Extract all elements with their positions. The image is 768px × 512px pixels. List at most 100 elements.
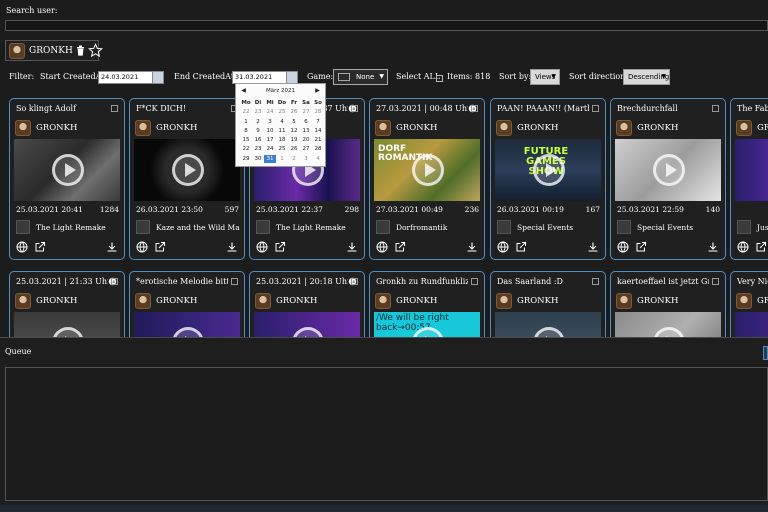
globe-icon[interactable] [497, 241, 509, 253]
globe-icon[interactable] [256, 241, 268, 253]
video-card[interactable]: The Fable GRONKH Jus [730, 98, 768, 260]
external-link-icon[interactable] [635, 241, 647, 253]
video-thumbnail[interactable]: DORF ROMANTIK [374, 139, 480, 201]
video-select-checkbox[interactable] [592, 278, 599, 285]
day-cell[interactable]: 26 [288, 145, 300, 153]
external-link-icon[interactable] [755, 241, 767, 253]
day-cell[interactable]: 13 [300, 127, 312, 135]
calendar-icon[interactable] [286, 72, 297, 83]
game-link[interactable]: Special Events [617, 220, 723, 234]
star-icon[interactable] [87, 43, 103, 58]
video-card[interactable]: So klingt Adolf GRONKH 25.03.2021 20:41 128… [9, 98, 125, 260]
game-link[interactable]: Special Events [497, 220, 603, 234]
day-cell[interactable]: 25 [276, 145, 288, 153]
queue-list[interactable] [5, 367, 768, 501]
game-link[interactable]: The Light Remake [256, 220, 362, 234]
calendar-icon[interactable] [152, 72, 163, 83]
video-select-checkbox[interactable] [111, 278, 118, 285]
sort-by-select[interactable]: Views ▼ [530, 69, 560, 85]
day-cell[interactable]: 3 [264, 118, 276, 126]
day-cell[interactable]: 29 [240, 155, 252, 163]
day-cell[interactable]: 10 [264, 127, 276, 135]
sort-direction-select[interactable]: Descending ▼ [623, 69, 670, 85]
video-thumbnail[interactable] [615, 139, 721, 201]
day-cell[interactable]: 26 [288, 108, 300, 116]
day-cell[interactable]: 28 [312, 108, 324, 116]
external-link-icon[interactable] [34, 241, 46, 253]
play-icon[interactable] [533, 154, 565, 186]
day-cell[interactable]: 22 [240, 108, 252, 116]
external-link-icon[interactable] [274, 241, 286, 253]
globe-icon[interactable] [737, 241, 749, 253]
day-cell[interactable]: 15 [240, 136, 252, 144]
day-cell[interactable]: 19 [288, 136, 300, 144]
day-cell[interactable]: 4 [312, 155, 324, 163]
day-cell[interactable]: 27 [300, 108, 312, 116]
external-link-icon[interactable] [515, 241, 527, 253]
day-cell[interactable]: 5 [288, 118, 300, 126]
day-cell[interactable]: 28 [312, 145, 324, 153]
play-icon[interactable] [52, 154, 84, 186]
video-select-checkbox[interactable] [471, 278, 478, 285]
globe-icon[interactable] [136, 241, 148, 253]
day-cell[interactable]: 3 [300, 155, 312, 163]
game-link[interactable]: Kaze and the Wild Ma [136, 220, 242, 234]
globe-icon[interactable] [617, 241, 629, 253]
day-cell[interactable]: 25 [276, 108, 288, 116]
day-cell[interactable]: 1 [276, 155, 288, 163]
video-select-checkbox[interactable] [712, 278, 719, 285]
download-icon[interactable] [466, 241, 478, 253]
video-select-checkbox[interactable] [712, 105, 719, 112]
start-date-input[interactable]: 24.03.2021 [98, 71, 164, 84]
day-cell[interactable]: 23 [252, 108, 264, 116]
day-cell[interactable]: 24 [264, 145, 276, 153]
download-icon[interactable] [106, 241, 118, 253]
day-cell[interactable]: 16 [252, 136, 264, 144]
game-link[interactable]: Dorfromantik [376, 220, 482, 234]
day-cell[interactable]: 11 [276, 127, 288, 135]
download-icon[interactable] [226, 241, 238, 253]
globe-icon[interactable] [376, 241, 388, 253]
play-icon[interactable] [412, 154, 444, 186]
video-thumbnail[interactable] [735, 139, 768, 201]
day-cell[interactable]: 30 [252, 155, 264, 163]
video-thumbnail[interactable] [14, 139, 120, 201]
day-cell[interactable]: 6 [300, 118, 312, 126]
external-link-icon[interactable] [394, 241, 406, 253]
select-all-checkbox[interactable] [436, 73, 443, 82]
day-cell[interactable]: 2 [288, 155, 300, 163]
download-icon[interactable] [587, 241, 599, 253]
video-card[interactable]: F*CK DICH! GRONKH 26.03.2021 23:50 597 Kaze … [129, 98, 245, 260]
search-input[interactable] [5, 20, 768, 31]
video-card[interactable]: PAAN! PAAAN!! (Martha i GRONKH FUTURE GAME… [490, 98, 606, 260]
video-card[interactable]: 27.03.2021 | 00:48 Uhr 18 GRONKH DORF ROMAN… [369, 98, 485, 260]
game-link[interactable]: Jus [737, 220, 768, 234]
trash-icon[interactable] [76, 45, 85, 56]
day-cell[interactable]: 17 [264, 136, 276, 144]
download-icon[interactable] [707, 241, 719, 253]
video-select-checkbox[interactable] [471, 105, 478, 112]
play-icon[interactable] [172, 154, 204, 186]
day-cell[interactable]: 4 [276, 118, 288, 126]
day-cell[interactable]: 22 [240, 145, 252, 153]
video-select-checkbox[interactable] [592, 105, 599, 112]
day-cell[interactable]: 12 [288, 127, 300, 135]
day-cell[interactable]: 21 [312, 136, 324, 144]
day-cell[interactable]: 18 [276, 136, 288, 144]
day-cell[interactable]: 9 [252, 127, 264, 135]
video-select-checkbox[interactable] [351, 278, 358, 285]
day-cell[interactable]: 14 [312, 127, 324, 135]
video-select-checkbox[interactable] [111, 105, 118, 112]
queue-button[interactable] [763, 346, 768, 360]
video-thumbnail[interactable]: FUTURE GAMES SHOW [495, 139, 601, 201]
game-select[interactable]: None ▼ [333, 69, 388, 85]
video-card[interactable]: Brechdurchfall GRONKH 25.03.2021 22:59 140 S… [610, 98, 726, 260]
user-chip[interactable]: GRONKH [5, 40, 103, 61]
video-thumbnail[interactable] [134, 139, 240, 201]
play-icon[interactable] [653, 154, 685, 186]
day-cell[interactable]: 1 [240, 118, 252, 126]
game-link[interactable]: The Light Remake [16, 220, 122, 234]
globe-icon[interactable] [16, 241, 28, 253]
video-select-checkbox[interactable] [351, 105, 358, 112]
chevron-right-icon[interactable]: ▶ [313, 86, 322, 95]
